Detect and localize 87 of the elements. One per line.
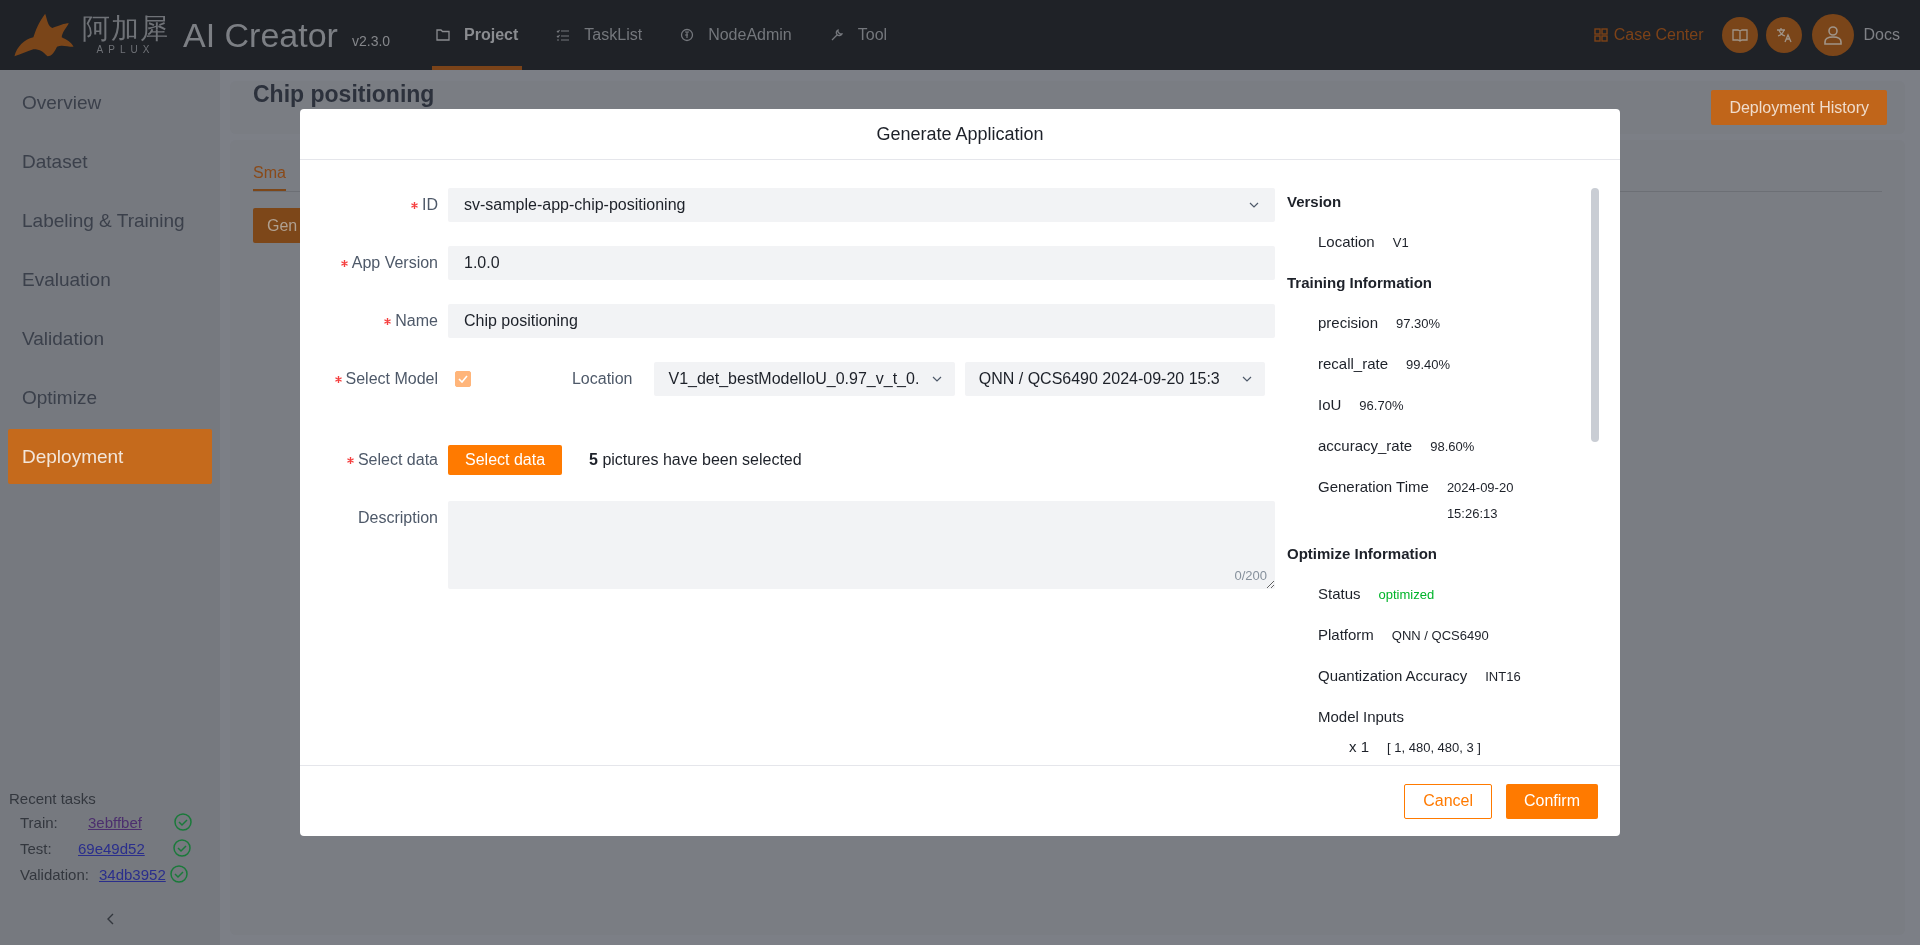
version-label: v2.3.0 [351,33,391,49]
check-icon [458,375,468,383]
selection-note: 5 pictures have been selected [589,451,802,469]
docs-link[interactable]: Docs [1863,26,1900,44]
logo-text: 阿加犀 [82,15,169,43]
task-label: Validation: [20,865,90,883]
user-icon [1822,25,1843,45]
info-value: V1 [1392,234,1409,252]
info-value: 99.40% [1406,356,1451,374]
info-value: QNN / QCS6490 [1391,627,1489,645]
recent-tasks-title: Recent tasks [9,790,96,807]
product-name: AI Creator [183,15,338,55]
info-label: Generation Time [1318,477,1429,497]
info-value: 2024-09-20 15:26:13 [1446,479,1515,523]
info-label: precision [1318,313,1379,333]
char-counter: 0/200 [1234,568,1267,583]
model-select[interactable]: V1_det_bestModelIoU_0.97_v_t_0. [654,362,955,396]
chevron-down-icon [931,376,942,382]
nav-tab[interactable]: TaskList [552,0,647,70]
guide-button[interactable] [1721,17,1758,53]
info-label: IoU [1318,395,1342,415]
info-label: x 1 [1349,737,1369,757]
chevron-down-icon [1242,376,1252,382]
task-link[interactable]: 34db3952 [99,865,166,883]
field-label: Select Model [345,370,438,388]
text-field[interactable]: Chip positioning [448,304,1275,338]
task-link[interactable]: 69e49d52 [78,839,145,857]
field-label: Select data [357,451,438,469]
status-value: optimized [1378,586,1435,604]
book-icon [1731,28,1748,42]
sidebar-item[interactable]: Evaluation [8,252,212,307]
info-label: Model Inputs [1318,707,1404,727]
checkbox[interactable] [455,371,471,387]
select-data-button[interactable]: Select data [448,445,563,475]
nav-tab[interactable]: Tool [825,0,892,70]
modal-title: Generate Application [876,123,1044,145]
field-label: ID [422,196,438,214]
chevron-left-icon[interactable] [106,913,114,925]
info-label: Quantization Accuracy [1318,666,1468,686]
id-select[interactable]: sv-sample-app-chip-positioning [448,188,1275,222]
task-link[interactable]: 3ebffbef [88,813,142,831]
nav-tab[interactable]: NodeAdmin [676,0,796,70]
info-value: 97.30% [1396,315,1441,333]
scrollbar[interactable] [1591,188,1599,442]
info-value: [ 1, 480, 480, 3 ] [1387,739,1481,757]
language-button[interactable] [1765,17,1802,53]
task-label: Test: [20,839,53,857]
section-heading: Optimize Information [1287,544,1438,564]
logo-subtext: APLUX [96,45,155,55]
info-value: 96.70% [1359,397,1404,415]
sidebar-item[interactable]: Dataset [8,134,212,189]
cancel-button[interactable]: Cancel [1404,783,1492,819]
case-center-link[interactable]: Case Center [1593,26,1704,44]
circle-icon [680,28,695,42]
folder-icon [436,29,451,41]
description-field[interactable] [448,501,1275,589]
sidebar-item[interactable]: Optimize [8,370,212,425]
user-avatar[interactable] [1811,14,1854,56]
info-value: 98.60% [1430,438,1475,456]
sidebar-item[interactable]: Overview [8,75,212,130]
info-label: Platform [1318,625,1374,645]
list-icon [556,29,571,41]
translate-icon [1775,27,1792,43]
info-label: Status [1318,584,1361,604]
page-title: Chip positioning [253,82,436,106]
wrench-icon [829,28,844,42]
confirm-button[interactable]: Confirm [1506,783,1598,819]
field-label: Name [395,312,438,330]
model-select[interactable]: QNN / QCS6490 2024-09-20 15:3 [964,362,1265,396]
field-label: App Version [351,254,438,272]
deployment-history-button[interactable]: Deployment History [1711,90,1887,125]
info-label: recall_rate [1318,354,1389,374]
section-heading: Training Information [1287,273,1433,293]
text-field[interactable]: 1.0.0 [448,246,1275,280]
task-label: Train: [20,813,59,831]
field-label: Location [571,370,633,388]
sidebar-item[interactable]: Labeling & Training [8,193,212,248]
info-label: accuracy_rate [1318,436,1413,456]
section-heading: Version [1287,192,1343,212]
field-label: Description [357,509,438,527]
content-tab[interactable]: Sma [253,158,286,191]
sidebar-item[interactable]: Deployment [8,429,212,484]
chevron-down-icon [1249,202,1259,208]
sidebar-item[interactable]: Validation [8,311,212,366]
grid-icon [1593,28,1608,42]
info-label: Location [1318,232,1375,252]
info-value: INT16 [1485,668,1521,686]
